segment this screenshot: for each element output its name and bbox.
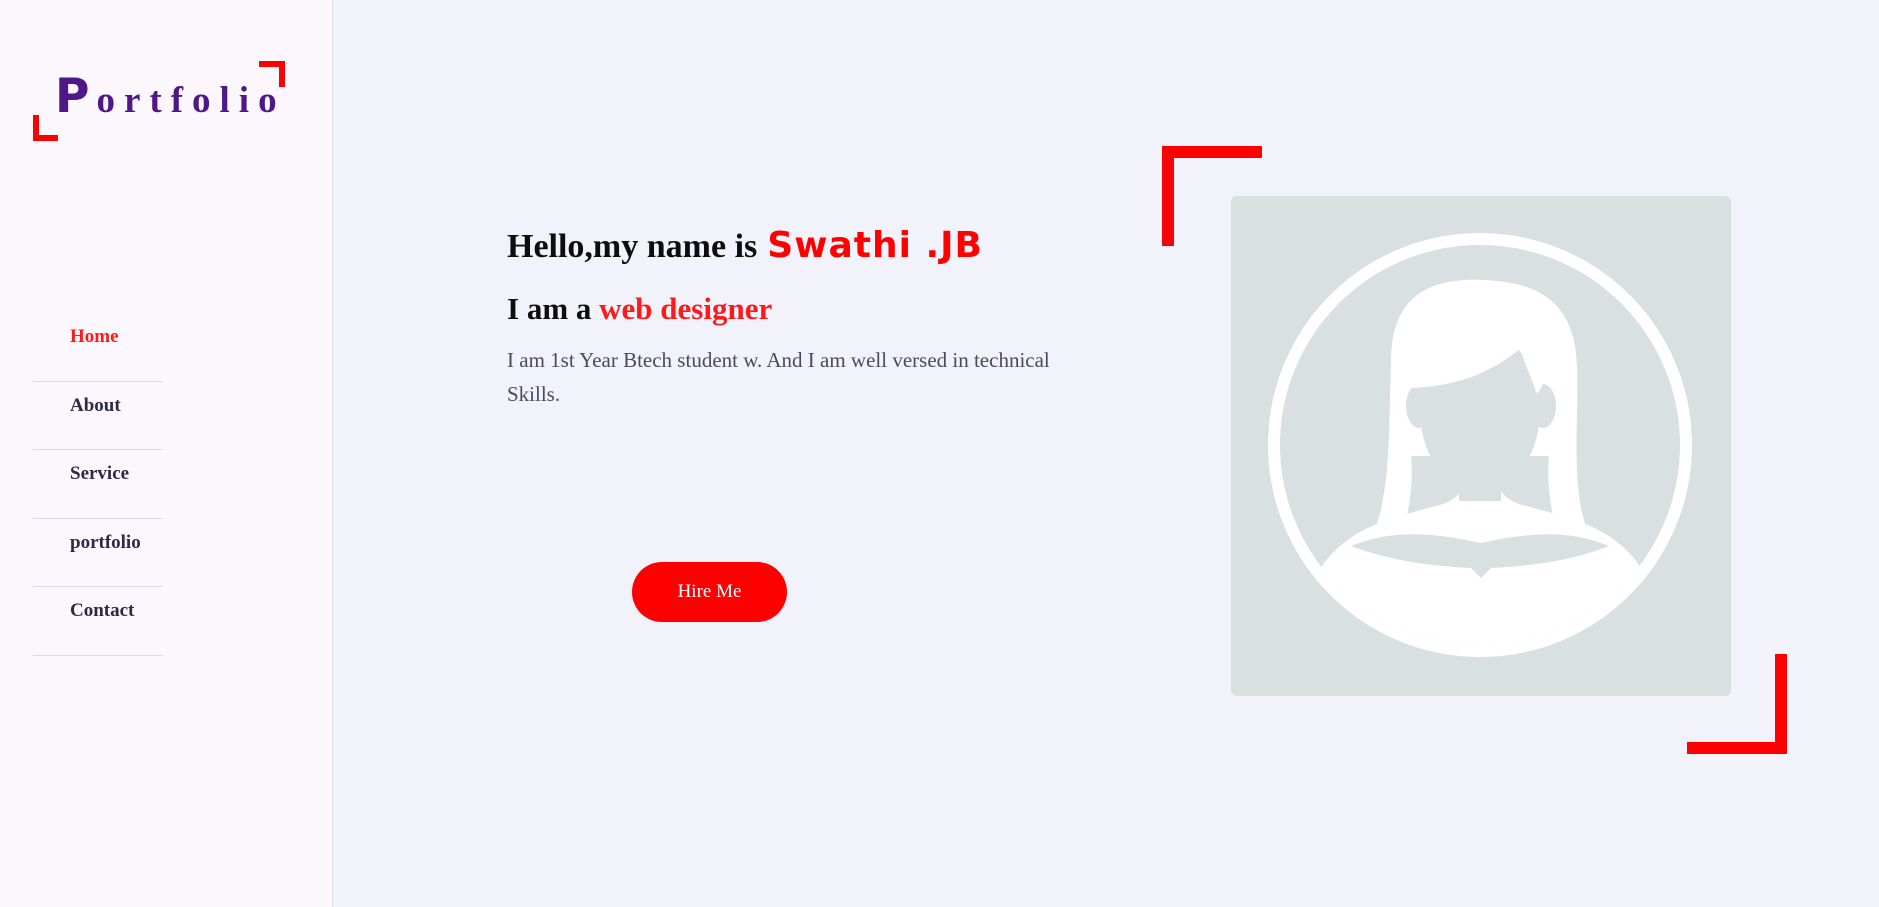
role-prefix: I am a	[507, 291, 592, 326]
person-name: Swathi .JB	[767, 225, 983, 266]
bio-text: I am 1st Year Btech student w. And I am …	[507, 348, 1050, 406]
logo-rest-letters: ortfolio	[96, 80, 286, 121]
nav-item-about[interactable]: About	[33, 382, 163, 450]
logo-text: Portfolio	[55, 69, 286, 124]
greeting-text: Hello,my name is	[507, 228, 758, 265]
sidebar: Portfolio Home About Service portfolio C…	[0, 0, 333, 907]
logo-first-letter: P	[55, 69, 97, 124]
hire-me-button[interactable]: Hire Me	[632, 562, 787, 622]
sidebar-nav: Home About Service portfolio Contact	[33, 313, 163, 656]
nav-item-contact[interactable]: Contact	[33, 587, 163, 656]
nav-item-service[interactable]: Service	[33, 450, 163, 519]
profile-image	[1231, 196, 1731, 696]
nav-item-home[interactable]: Home	[33, 313, 163, 382]
nav-item-portfolio[interactable]: portfolio	[33, 519, 163, 587]
role-heading: I am a web designer	[507, 287, 1107, 331]
female-user-placeholder-icon	[1268, 233, 1692, 657]
greeting-heading: Hello,my name is Swathi .JB	[507, 220, 1107, 273]
hero-section: Hello,my name is Swathi .JB I am a web de…	[507, 220, 1107, 411]
portfolio-logo[interactable]: Portfolio	[33, 61, 285, 141]
role-title: web designer	[599, 291, 773, 326]
